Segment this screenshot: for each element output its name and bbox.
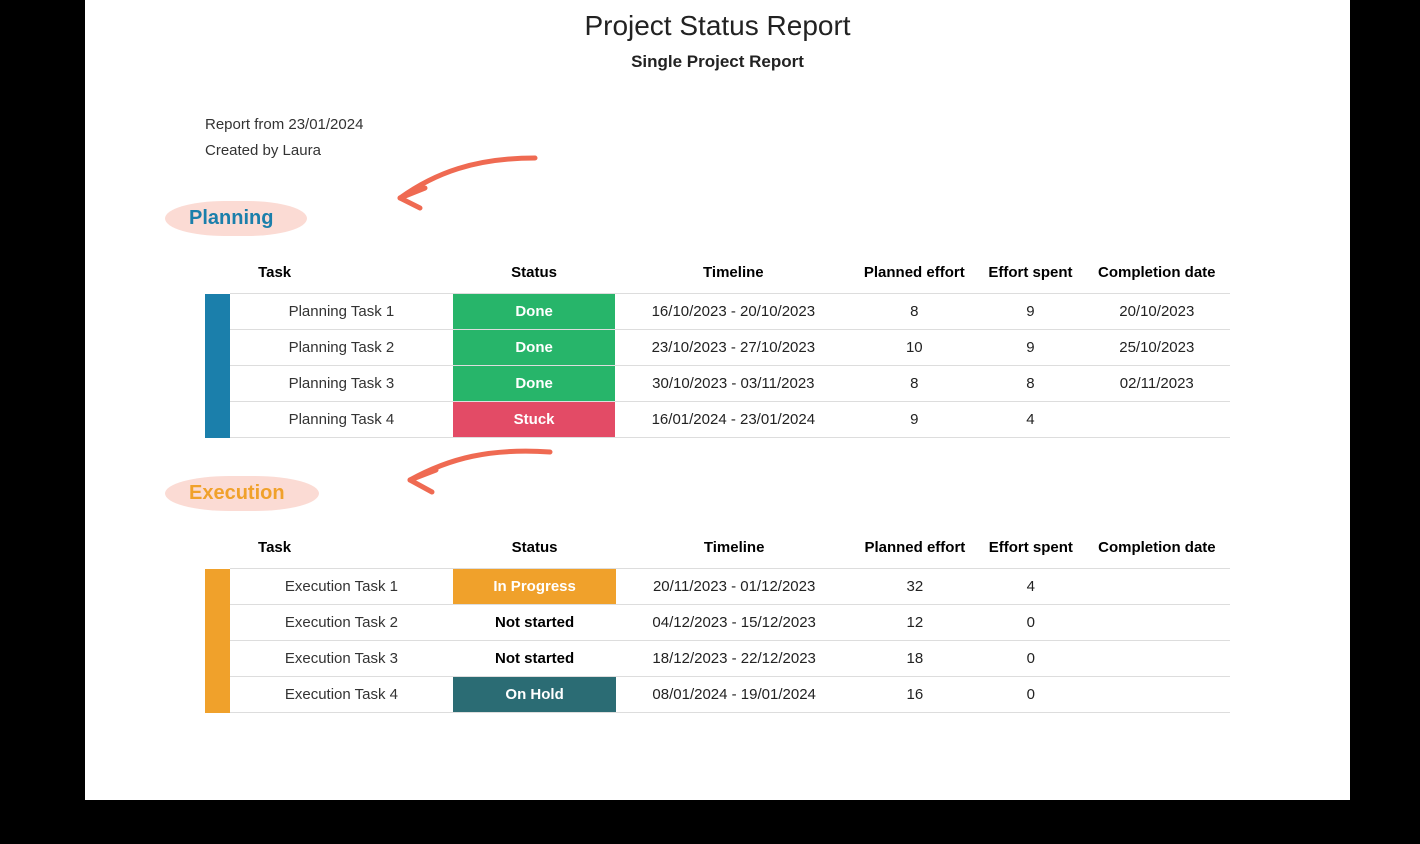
table-row: Execution Task 3Not started18/12/2023 - … (205, 641, 1230, 677)
cell-effort-spent: 0 (978, 605, 1084, 641)
col-planned-effort: Planned effort (852, 531, 978, 569)
table-row: Execution Task 1In Progress20/11/2023 - … (205, 569, 1230, 605)
cell-completion-date (1084, 641, 1230, 677)
cell-effort-spent: 9 (977, 294, 1083, 330)
cell-completion-date (1084, 402, 1230, 438)
cell-timeline: 20/11/2023 - 01/12/2023 (616, 569, 852, 605)
col-status: Status (453, 531, 617, 569)
cell-timeline: 16/01/2024 - 23/01/2024 (615, 402, 851, 438)
cell-timeline: 23/10/2023 - 27/10/2023 (615, 330, 851, 366)
cell-planned-effort: 8 (851, 294, 977, 330)
cell-planned-effort: 12 (852, 605, 978, 641)
cell-task: Execution Task 4 (230, 677, 453, 713)
col-status: Status (453, 256, 616, 294)
table-row: Planning Task 3Done30/10/2023 - 03/11/20… (205, 366, 1230, 402)
cell-status: Not started (453, 641, 617, 677)
col-planned-effort: Planned effort (851, 256, 977, 294)
cell-timeline: 04/12/2023 - 15/12/2023 (616, 605, 852, 641)
table-row: Execution Task 2Not started04/12/2023 - … (205, 605, 1230, 641)
cell-planned-effort: 9 (851, 402, 977, 438)
cell-planned-effort: 18 (852, 641, 978, 677)
table-row: Planning Task 2Done23/10/2023 - 27/10/20… (205, 330, 1230, 366)
report-meta: Report from 23/01/2024 Created by Laura (205, 112, 1230, 163)
table-row: Planning Task 4Stuck16/01/2024 - 23/01/2… (205, 402, 1230, 438)
table-execution: Task Status Timeline Planned effort Effo… (205, 531, 1230, 713)
cell-task: Planning Task 4 (230, 402, 453, 438)
page-subtitle: Single Project Report (205, 52, 1230, 72)
cell-effort-spent: 8 (977, 366, 1083, 402)
cell-completion-date: 02/11/2023 (1084, 366, 1230, 402)
col-completion-date: Completion date (1084, 531, 1230, 569)
page-title: Project Status Report (205, 0, 1230, 42)
col-effort-spent: Effort spent (978, 531, 1084, 569)
cell-effort-spent: 4 (977, 402, 1083, 438)
cell-task: Planning Task 1 (230, 294, 453, 330)
cell-effort-spent: 9 (977, 330, 1083, 366)
col-timeline: Timeline (616, 531, 852, 569)
cell-status: Stuck (453, 402, 616, 438)
table-body-planning: Planning Task 1Done16/10/2023 - 20/10/20… (205, 294, 1230, 438)
cell-timeline: 18/12/2023 - 22/12/2023 (616, 641, 852, 677)
cell-planned-effort: 32 (852, 569, 978, 605)
cell-task: Planning Task 2 (230, 330, 453, 366)
cell-status: On Hold (453, 677, 617, 713)
cell-task: Execution Task 3 (230, 641, 453, 677)
table-planning: Task Status Timeline Planned effort Effo… (205, 256, 1230, 438)
cell-completion-date (1084, 677, 1230, 713)
cell-status: Done (453, 330, 616, 366)
section-label-execution: Execution (171, 476, 313, 511)
section-label-planning: Planning (171, 201, 301, 236)
cell-task: Execution Task 1 (230, 569, 453, 605)
cell-status: In Progress (453, 569, 617, 605)
cell-completion-date: 25/10/2023 (1084, 330, 1230, 366)
col-task: Task (230, 256, 453, 294)
col-completion-date: Completion date (1084, 256, 1230, 294)
cell-task: Planning Task 3 (230, 366, 453, 402)
created-by: Created by Laura (205, 138, 1230, 164)
cell-status: Done (453, 366, 616, 402)
cell-completion-date (1084, 605, 1230, 641)
table-row: Planning Task 1Done16/10/2023 - 20/10/20… (205, 294, 1230, 330)
cell-completion-date (1084, 569, 1230, 605)
cell-task: Execution Task 2 (230, 605, 453, 641)
cell-planned-effort: 8 (851, 366, 977, 402)
report-from: Report from 23/01/2024 (205, 112, 1230, 138)
cell-timeline: 08/01/2024 - 19/01/2024 (616, 677, 852, 713)
col-task: Task (230, 531, 453, 569)
cell-effort-spent: 0 (978, 677, 1084, 713)
cell-timeline: 16/10/2023 - 20/10/2023 (615, 294, 851, 330)
section-color-bar (205, 294, 230, 438)
table-row: Execution Task 4On Hold08/01/2024 - 19/0… (205, 677, 1230, 713)
cell-effort-spent: 0 (978, 641, 1084, 677)
cell-planned-effort: 10 (851, 330, 977, 366)
cell-planned-effort: 16 (852, 677, 978, 713)
table-body-execution: Execution Task 1In Progress20/11/2023 - … (205, 569, 1230, 713)
cell-status: Not started (453, 605, 617, 641)
section-color-bar (205, 569, 230, 713)
cell-completion-date: 20/10/2023 (1084, 294, 1230, 330)
cell-timeline: 30/10/2023 - 03/11/2023 (615, 366, 851, 402)
col-timeline: Timeline (615, 256, 851, 294)
col-effort-spent: Effort spent (977, 256, 1083, 294)
cell-status: Done (453, 294, 616, 330)
cell-effort-spent: 4 (978, 569, 1084, 605)
report-page: Project Status Report Single Project Rep… (85, 0, 1350, 800)
